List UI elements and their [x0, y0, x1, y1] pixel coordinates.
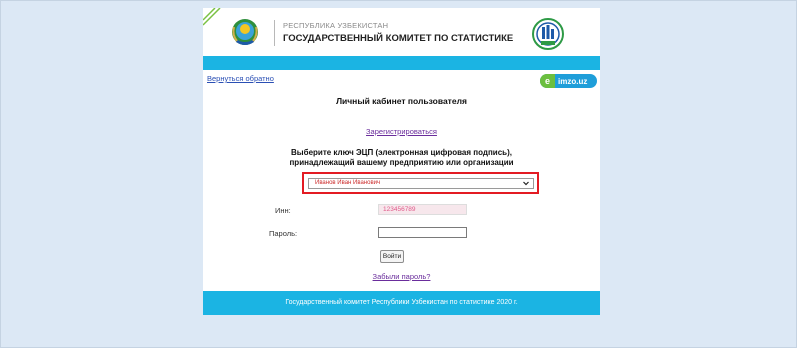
key-select[interactable]: Иванов Иван Иванович [308, 178, 534, 189]
login-panel: РЕСПУБЛИКА УЗБЕКИСТАН ГОСУДАРСТВЕННЫЙ КО… [203, 8, 600, 315]
inn-field[interactable]: 123456789 [378, 204, 467, 215]
republic-title: РЕСПУБЛИКА УЗБЕКИСТАН [283, 21, 389, 30]
back-link[interactable]: Вернуться обратно [207, 74, 274, 83]
forgot-password-label[interactable]: Забыли пароль? [373, 272, 431, 281]
corner-flag-icon [203, 8, 221, 26]
page-title: Личный кабинет пользователя [336, 96, 467, 106]
login-button[interactable]: Войти [380, 250, 404, 263]
choose-key-line-2: принадлежащий вашему предприятию или орг… [289, 158, 514, 167]
choose-key-instruction: Выберите ключ ЭЦП (электронная цифровая … [203, 148, 600, 168]
imzo-button[interactable]: e imzo.uz [540, 74, 597, 88]
header-accent-bar [203, 56, 600, 70]
footer-text: Государственный комитет Республики Узбек… [285, 299, 518, 306]
committee-title: ГОСУДАРСТВЕННЫЙ КОМИТЕТ ПО СТАТИСТИКЕ [283, 33, 514, 44]
password-field[interactable] [378, 227, 467, 238]
register-link[interactable]: Зарегистрироваться [203, 127, 600, 136]
page-header: РЕСПУБЛИКА УЗБЕКИСТАН ГОСУДАРСТВЕННЫЙ КО… [203, 8, 600, 56]
choose-key-line-1: Выберите ключ ЭЦП (электронная цифровая … [291, 148, 512, 157]
inn-value: 123456789 [383, 206, 416, 213]
page-footer: Государственный комитет Республики Узбек… [203, 291, 600, 315]
forgot-password-link[interactable]: Забыли пароль? [203, 272, 600, 281]
inn-label: Инн: [275, 206, 291, 215]
header-divider [274, 20, 275, 46]
register-link-label[interactable]: Зарегистрироваться [366, 127, 437, 136]
imzo-label: imzo.uz [558, 76, 588, 86]
selected-key-value: Иванов Иван Иванович [315, 180, 381, 186]
imzo-e-icon: e [540, 74, 555, 88]
password-label: Пароль: [269, 229, 298, 238]
chevron-down-icon [523, 181, 529, 186]
stat-logo-icon [532, 18, 564, 50]
emblem-icon [232, 19, 258, 45]
